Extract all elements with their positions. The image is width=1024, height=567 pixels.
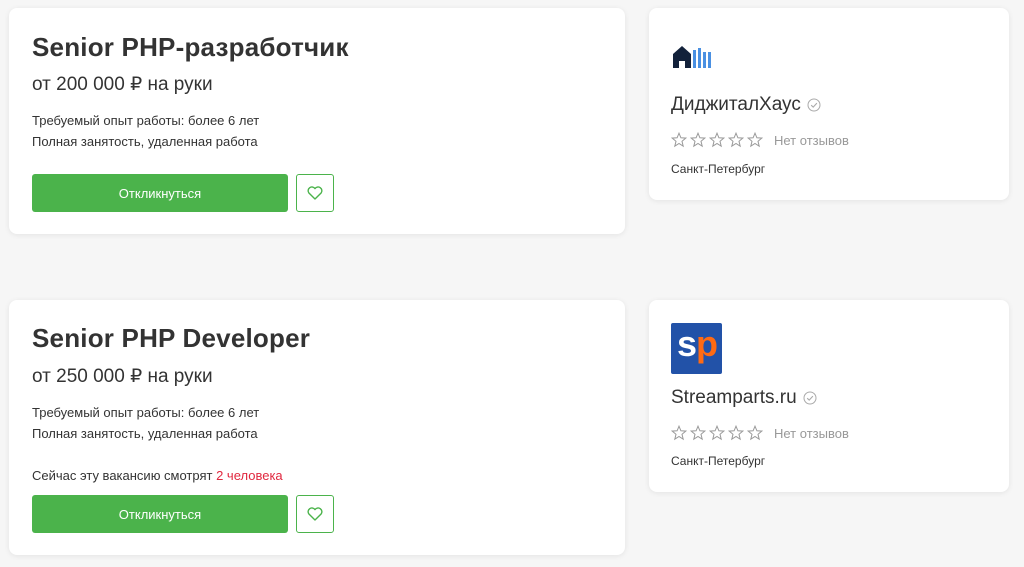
verified-icon (807, 98, 821, 112)
watchers-text: Сейчас эту вакансию смотрят (32, 468, 213, 483)
house-logo-icon[interactable] (671, 44, 715, 75)
vacancy-experience: Требуемый опыт работы: более 6 лет (32, 113, 260, 128)
star-icon (747, 132, 763, 148)
vacancy-employment: Полная занятость, удаленная работа (32, 426, 258, 441)
watchers-info: Сейчас эту вакансию смотрят 2 человека (32, 468, 283, 483)
favorite-button[interactable] (296, 495, 334, 533)
vacancy-card: Senior PHP Developer от 250 000 ₽ на рук… (9, 300, 625, 555)
company-name-text[interactable]: ДиджиталХаус (671, 94, 801, 116)
vacancy-employment: Полная занятость, удаленная работа (32, 134, 258, 149)
heart-icon (307, 507, 323, 521)
vacancy-salary: от 250 000 ₽ на руки (32, 366, 213, 387)
star-icon (709, 132, 725, 148)
reviews-link[interactable]: Нет отзывов (774, 426, 849, 441)
heart-icon (307, 186, 323, 200)
logo-letter-p: p (696, 323, 718, 364)
star-icon (728, 425, 744, 441)
vacancy-card: Senior PHP-разработчик от 200 000 ₽ на р… (9, 8, 625, 234)
star-icon (728, 132, 744, 148)
streamparts-logo-icon[interactable]: s p (671, 323, 722, 374)
apply-button[interactable]: Откликнуться (32, 495, 288, 533)
vacancy-salary: от 200 000 ₽ на руки (32, 74, 213, 95)
vacancy-experience: Требуемый опыт работы: более 6 лет (32, 405, 260, 420)
company-name-text[interactable]: Streamparts.ru (671, 387, 797, 409)
company-card: ДиджиталХаус Нет отзывов Санкт-Петербург (649, 8, 1009, 200)
company-name[interactable]: ДиджиталХаус (671, 94, 821, 116)
vacancy-title[interactable]: Senior PHP Developer (32, 323, 310, 354)
logo-letter-s: s (677, 323, 698, 364)
star-icon (690, 132, 706, 148)
star-icon (671, 132, 687, 148)
star-icon (747, 425, 763, 441)
star-icon (671, 425, 687, 441)
reviews-link[interactable]: Нет отзывов (774, 133, 849, 148)
vacancy-title[interactable]: Senior PHP-разработчик (32, 32, 349, 63)
favorite-button[interactable] (296, 174, 334, 212)
rating: Нет отзывов (671, 425, 849, 441)
star-icon (709, 425, 725, 441)
company-city: Санкт-Петербург (671, 454, 766, 468)
company-name[interactable]: Streamparts.ru (671, 387, 817, 409)
company-city: Санкт-Петербург (671, 162, 766, 176)
company-card: s p Streamparts.ru Нет отзывов Санкт-Пет… (649, 300, 1009, 492)
rating: Нет отзывов (671, 132, 849, 148)
apply-button[interactable]: Откликнуться (32, 174, 288, 212)
verified-icon (803, 391, 817, 405)
watchers-count: 2 человека (216, 468, 283, 483)
star-icon (690, 425, 706, 441)
